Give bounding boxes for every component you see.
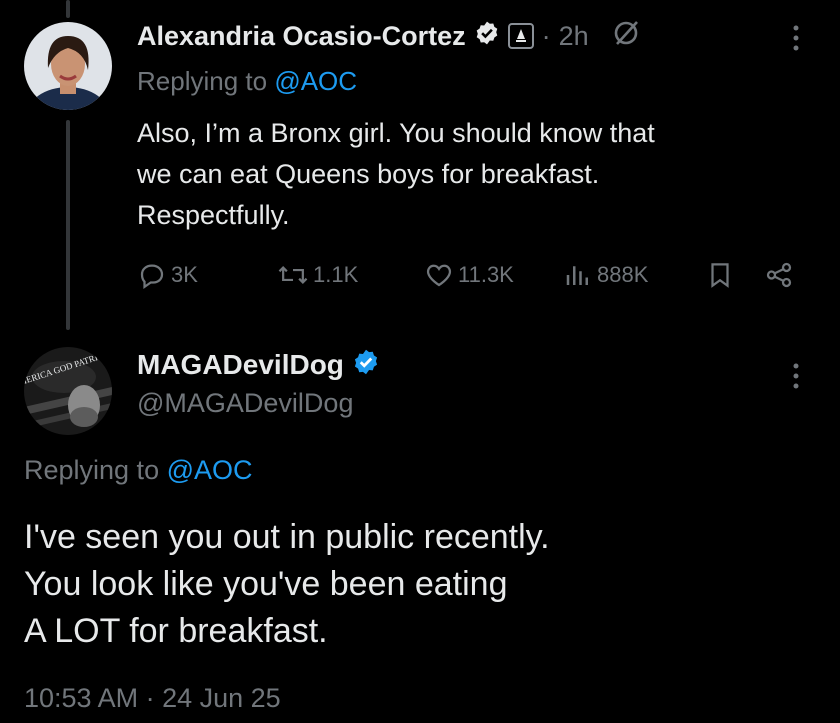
- repost-count: 1.1K: [313, 262, 359, 287]
- share-button[interactable]: [763, 260, 795, 290]
- tweet2-header: MAGADevilDog: [137, 345, 380, 385]
- tweet1-replying-handle[interactable]: @AOC: [274, 66, 357, 96]
- tweet2-timestamp[interactable]: 10:53 AM · 24 Jun 25: [24, 680, 281, 716]
- share-icon: [763, 260, 795, 290]
- tweet1-replying-to: Replying to @AOC: [137, 64, 357, 98]
- bookmark-button[interactable]: [705, 260, 735, 290]
- tweet2-replying-prefix: Replying to: [24, 455, 160, 485]
- tweet1-replying-prefix: Replying to: [137, 66, 268, 96]
- tweet2-text-line: You look like you've been eating: [24, 565, 508, 603]
- views-button[interactable]: 888K: [563, 260, 648, 290]
- like-button[interactable]: 11.3K: [424, 260, 514, 290]
- tweet2-handle[interactable]: @MAGADevilDog: [137, 386, 353, 420]
- tweet1-text-line: Respectfully.: [137, 200, 290, 230]
- verified-badge-icon: [352, 348, 380, 383]
- tweet2-more-vertical-icon[interactable]: [788, 360, 804, 398]
- tweet2-replying-to: Replying to @AOC: [24, 452, 253, 488]
- tweet2-text-line: A LOT for breakfast.: [24, 612, 328, 650]
- verified-badge-icon: [474, 20, 500, 53]
- bookmark-icon: [705, 260, 735, 290]
- tweet2-replying-handle[interactable]: @AOC: [167, 455, 253, 485]
- tweet2-text-line: I've seen you out in public recently.: [24, 518, 550, 556]
- grok-slash-icon[interactable]: [611, 18, 641, 55]
- reply-count: 3K: [171, 262, 198, 287]
- reply-button[interactable]: 3K: [137, 260, 198, 290]
- tweet1-separator: ·: [541, 20, 551, 51]
- government-capitol-icon: [507, 23, 534, 49]
- tweet1-author-name[interactable]: Alexandria Ocasio-Cortez: [137, 21, 466, 52]
- tweet2-author-name[interactable]: MAGADevilDog: [137, 349, 344, 381]
- like-count: 11.3K: [458, 262, 514, 287]
- tweet2-body: I've seen you out in public recently. Yo…: [24, 514, 550, 655]
- tweet1-time[interactable]: 2h: [559, 21, 589, 52]
- tweet1-text-line: we can eat Queens boys for breakfast.: [137, 159, 600, 189]
- tweet1-more-vertical-icon[interactable]: [788, 22, 804, 60]
- repost-button[interactable]: 1.1K: [277, 260, 358, 290]
- tweet1-body: Also, I’m a Bronx girl. You should know …: [137, 113, 655, 236]
- views-count: 888K: [597, 262, 649, 287]
- views-bars-icon: [563, 260, 593, 290]
- repost-icon: [277, 260, 309, 290]
- aoc-avatar[interactable]: [24, 22, 112, 110]
- reply-icon: [137, 260, 167, 290]
- tweet1-text-line: Also, I’m a Bronx girl. You should know …: [137, 118, 655, 148]
- magadevildog-avatar[interactable]: AMERICA GOD PATRIOTS: [24, 347, 112, 435]
- thread-line-connector: [66, 120, 70, 330]
- heart-icon: [424, 260, 454, 290]
- tweet1-header: Alexandria Ocasio-Cortez · 2h: [137, 16, 641, 56]
- thread-line-top: [66, 0, 70, 18]
